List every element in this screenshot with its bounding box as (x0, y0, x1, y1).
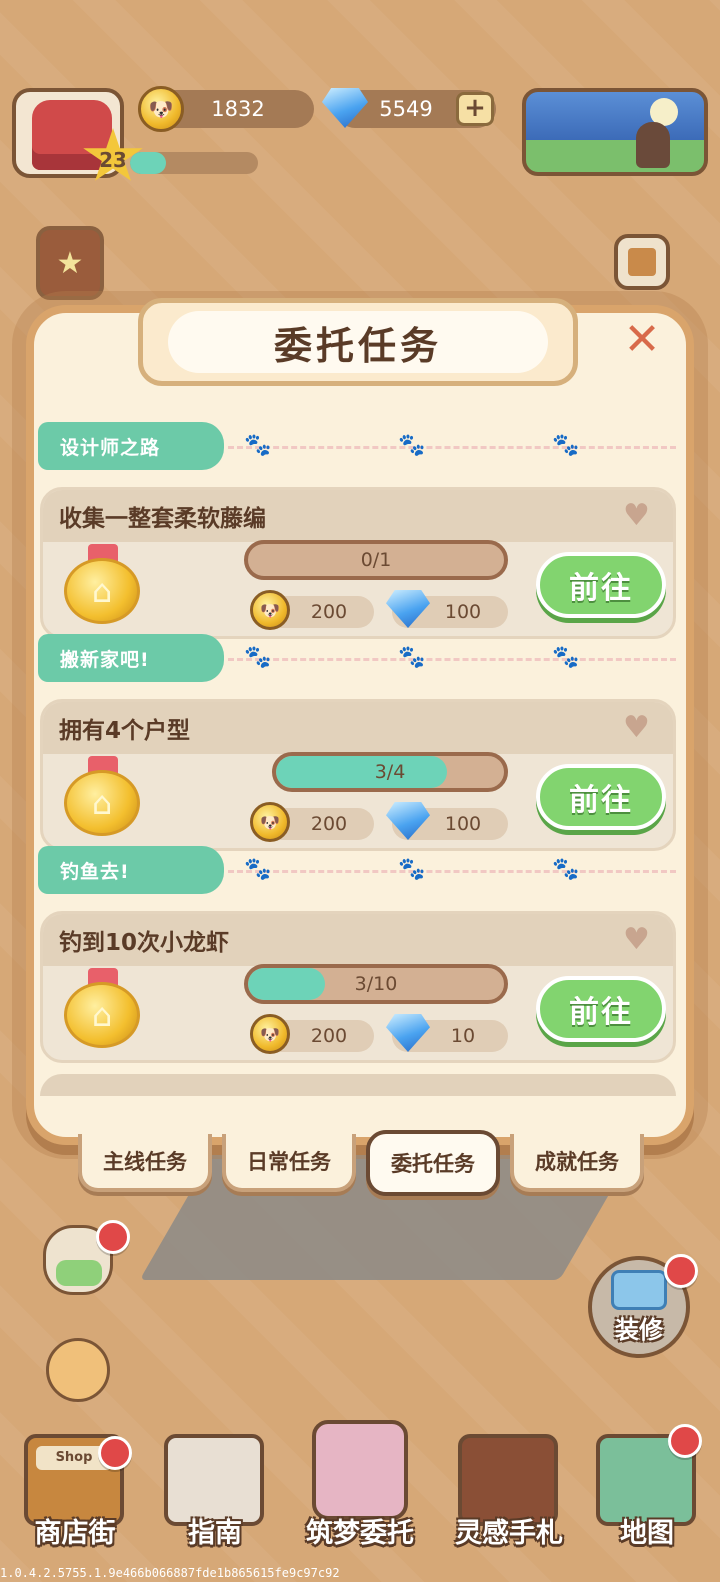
xp-bar (130, 152, 258, 174)
nav-dream-commission[interactable]: 筑梦委托 (292, 1420, 428, 1560)
nav-label: 商店街 (34, 1518, 116, 1549)
tab-main-tasks[interactable]: 主线任务 (78, 1134, 212, 1192)
divider-dashed (228, 658, 676, 661)
paw-icon: 🐾 (398, 645, 426, 670)
coin-reward-value: 200 (310, 601, 348, 623)
bell-pepper-icon[interactable] (36, 1218, 130, 1302)
gem-reward-value: 100 (444, 813, 482, 835)
nav-label: 地图 (620, 1518, 674, 1549)
section-tag-designer: 设计师之路 (38, 422, 224, 470)
heart-icon: ♥ (623, 710, 650, 745)
paw-icon: 🐾 (398, 857, 426, 882)
dog-coin-icon: 🐶 (138, 86, 184, 132)
add-gems-button[interactable]: + (456, 92, 494, 126)
paw-icon: 🐾 (244, 645, 272, 670)
heart-icon: ♥ (623, 922, 650, 957)
gem-reward-value: 100 (444, 601, 482, 623)
nav-label: 指南 (188, 1518, 242, 1549)
task-progress-bar: 3/10 (244, 964, 508, 1004)
paw-icon: 🐾 (398, 433, 426, 458)
gem-reward-value: 10 (450, 1025, 476, 1047)
notification-dot (664, 1254, 698, 1288)
next-task-card-peek (40, 1074, 676, 1096)
panel-title-banner: 委托任务 (138, 298, 578, 386)
notification-dot (98, 1436, 132, 1470)
nav-shop-street[interactable]: Shop 商店街 (10, 1420, 140, 1560)
panel-title: 委托任务 (168, 311, 548, 373)
go-button[interactable]: 前往 (536, 552, 666, 618)
divider-dashed (228, 870, 676, 873)
renovate-label: 装修 (615, 1315, 663, 1344)
dog-helper-icon[interactable] (38, 1330, 118, 1410)
coin-value: 1832 (211, 97, 265, 121)
dog-figure (636, 122, 670, 168)
close-button[interactable]: ✕ (620, 318, 664, 362)
paw-icon: 🐾 (244, 433, 272, 458)
tool-icon (611, 1269, 667, 1310)
paw-icon: 🐾 (552, 645, 580, 670)
notification-dot (96, 1220, 130, 1254)
paw-icon: 🐾 (552, 857, 580, 882)
renovate-button[interactable]: 装修 (588, 1254, 698, 1358)
divider-dashed (228, 446, 676, 449)
section-tag-move: 搬新家吧! (38, 634, 224, 682)
task-title: 钓到10次小龙虾 (43, 914, 673, 966)
star-book-button[interactable]: ★ (36, 226, 104, 300)
notebook-icon (312, 1420, 408, 1520)
nav-guide[interactable]: 指南 (150, 1420, 280, 1560)
star-icon: ★ (56, 245, 84, 281)
tab-daily-tasks[interactable]: 日常任务 (222, 1134, 356, 1192)
dog-coin-icon: 🐶 (250, 1014, 290, 1054)
coin-reward-value: 200 (310, 813, 348, 835)
task-progress-bar: 3/4 (272, 752, 508, 792)
level-value: 23 (99, 148, 127, 172)
task-title: 收集一整套柔软藤编 (43, 490, 673, 542)
progress-text: 3/10 (354, 973, 398, 995)
tab-commission-tasks[interactable]: 委托任务 (366, 1130, 500, 1196)
task-progress-bar: 0/1 (244, 540, 508, 580)
medal-icon: ⌂ (52, 968, 148, 1050)
heart-icon: ♥ (623, 498, 650, 533)
version-string: 1.0.4.2.5755.1.9e466b066887fde1b865615fe… (0, 1566, 340, 1580)
progress-text: 3/4 (374, 761, 406, 783)
box-button[interactable] (614, 234, 670, 290)
gem-value: 5549 (379, 97, 433, 121)
nav-map[interactable]: 地图 (582, 1420, 712, 1560)
dog-coin-icon: 🐶 (250, 802, 290, 842)
tab-achievement-tasks[interactable]: 成就任务 (510, 1134, 644, 1192)
nav-label: 筑梦委托 (306, 1518, 414, 1549)
dog-coin-icon: 🐶 (250, 590, 290, 630)
nav-label: 灵感手札 (455, 1518, 563, 1549)
notification-dot (668, 1424, 702, 1458)
progress-text: 0/1 (360, 549, 392, 571)
medal-icon: ⌂ (52, 756, 148, 838)
scene-preview[interactable] (522, 88, 708, 176)
box-icon (628, 248, 656, 276)
paw-icon: 🐾 (244, 857, 272, 882)
xp-fill (130, 152, 166, 174)
go-button[interactable]: 前往 (536, 976, 666, 1042)
paw-icon: 🐾 (552, 433, 580, 458)
go-button[interactable]: 前往 (536, 764, 666, 830)
nav-inspiration-notes[interactable]: 灵感手札 (444, 1420, 574, 1560)
task-title: 拥有4个户型 (43, 702, 673, 754)
medal-icon: ⌂ (52, 544, 148, 626)
coin-reward-value: 200 (310, 1025, 348, 1047)
section-tag-fishing: 钓鱼去! (38, 846, 224, 894)
